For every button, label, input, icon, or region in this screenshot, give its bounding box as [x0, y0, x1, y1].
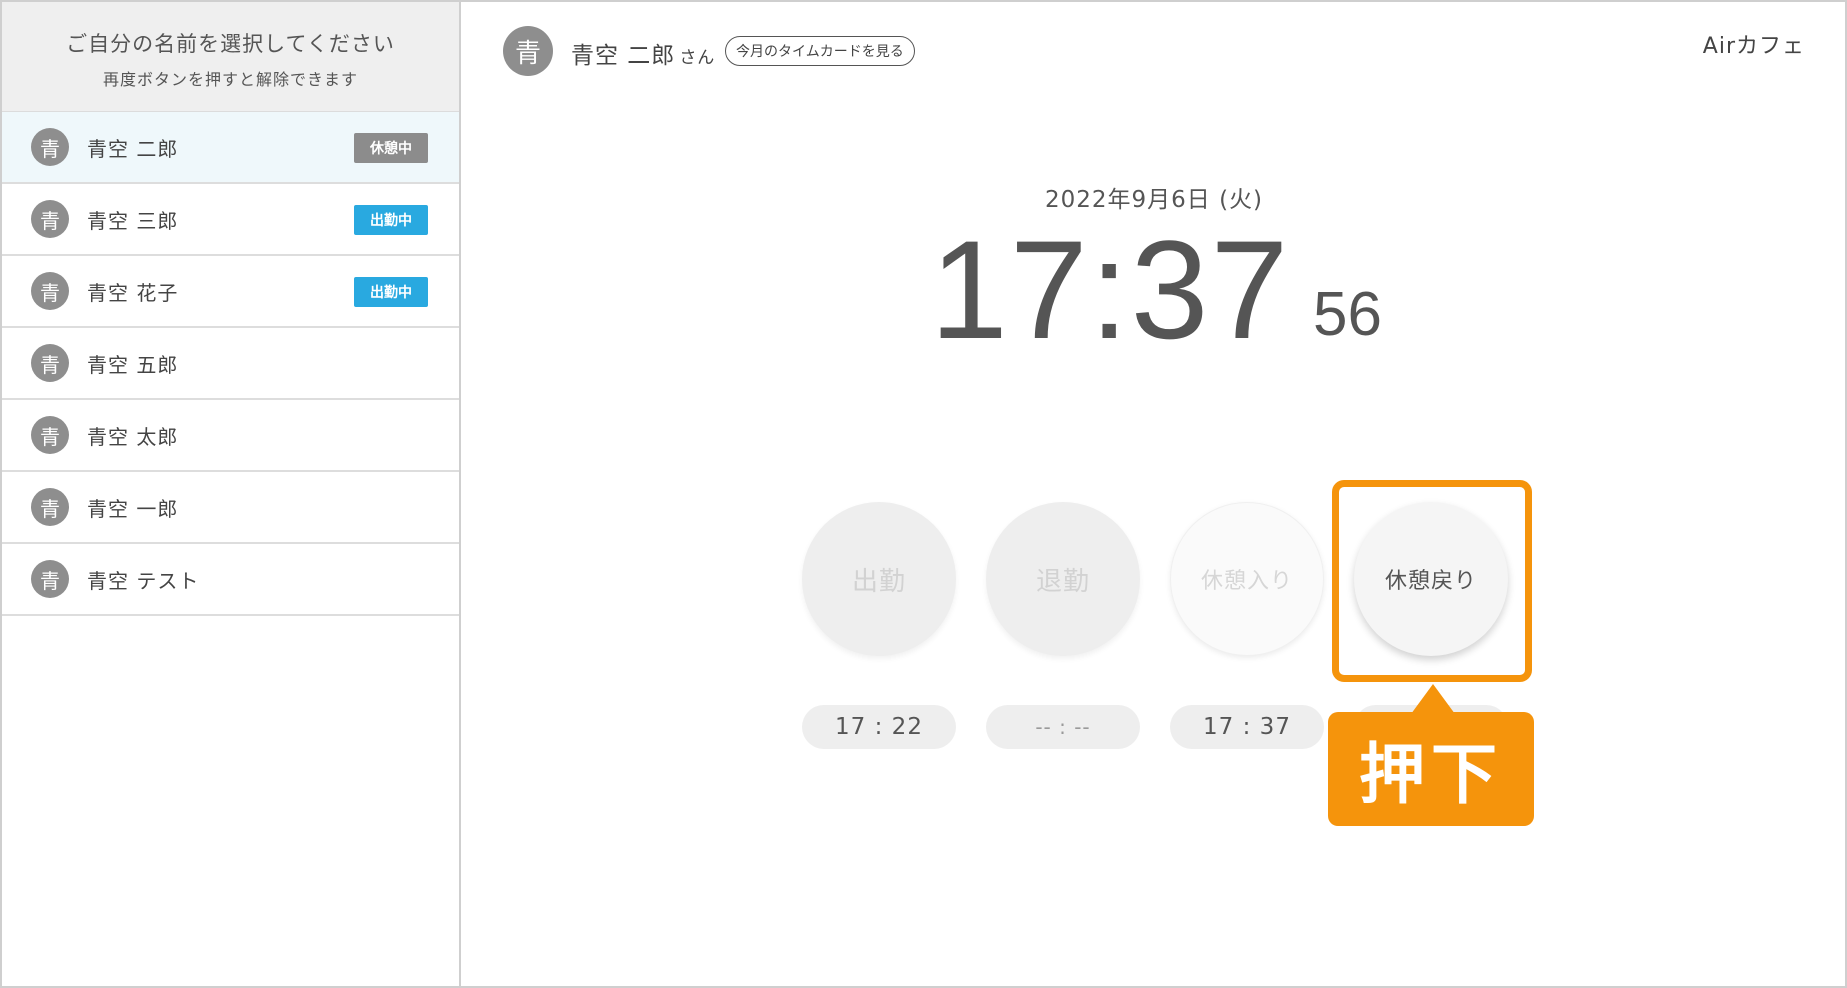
staff-name: 青空 太郎	[87, 424, 179, 449]
status-badge: 出勤中	[354, 205, 428, 235]
avatar: 青	[31, 200, 69, 238]
clock-out-time: -- : --	[986, 705, 1140, 749]
clock-in-button[interactable]: 出勤	[802, 502, 956, 656]
clock-out-button[interactable]: 退勤	[986, 502, 1140, 656]
break-start-time: 17 : 37	[1170, 705, 1324, 749]
staff-name: 青空 一郎	[87, 496, 179, 521]
staff-name: 青空 テスト	[87, 568, 200, 593]
staff-name: 青空 花子	[87, 280, 179, 305]
staff-name: 青空 三郎	[87, 208, 179, 233]
staff-list-item[interactable]: 青青空 二郎 休憩中	[2, 112, 459, 184]
staff-list-item[interactable]: 青青空 五郎	[2, 328, 459, 400]
staff-list-item[interactable]: 青青空 太郎	[2, 400, 459, 472]
staff-list: 青青空 二郎 休憩中青青空 三郎 出勤中青青空 花子 出勤中青青空 五郎青青空 太郎青…	[2, 112, 459, 616]
current-date: 2022年9月6日 (火)	[1044, 187, 1264, 213]
current-user-name: 青空 二郎 さん	[571, 36, 715, 70]
sidebar-subheading: 再度ボタンを押すと解除できます	[102, 70, 358, 89]
avatar: 青	[31, 344, 69, 382]
current-seconds: 56	[1313, 280, 1382, 349]
staff-sidebar: ご自分の名前を選択してください 再度ボタンを押すと解除できます 青青空 二郎 休憩…	[2, 2, 461, 986]
break-start-button[interactable]: 休憩入り	[1170, 502, 1324, 656]
honorific: さん	[679, 48, 716, 68]
callout-pointer	[1411, 684, 1455, 714]
status-badge: 出勤中	[354, 277, 428, 307]
user-name: 青空 二郎	[571, 43, 676, 69]
staff-list-item[interactable]: 青青空 三郎 出勤中	[2, 184, 459, 256]
avatar: 青	[31, 416, 69, 454]
staff-list-item[interactable]: 青青空 テスト	[2, 544, 459, 616]
avatar: 青	[31, 560, 69, 598]
avatar: 青	[503, 26, 553, 76]
tap-callout: 押下	[1328, 712, 1534, 826]
store-name: Airカフェ	[1702, 34, 1805, 59]
staff-name: 青空 五郎	[87, 352, 179, 377]
clock-in-time: 17 : 22	[802, 705, 956, 749]
staff-name: 青空 二郎	[87, 136, 179, 161]
avatar: 青	[31, 272, 69, 310]
avatar: 青	[31, 128, 69, 166]
tap-highlight-frame	[1332, 480, 1532, 682]
current-time: 17:37	[930, 211, 1291, 368]
staff-list-item[interactable]: 青青空 花子 出勤中	[2, 256, 459, 328]
sidebar-heading: ご自分の名前を選択してください	[66, 32, 395, 56]
staff-list-item[interactable]: 青青空 一郎	[2, 472, 459, 544]
view-timecard-button[interactable]: 今月のタイムカードを見る	[725, 36, 915, 66]
main-panel: 青 青空 二郎 さん 今月のタイムカードを見る Airカフェ 2022年9月6日 …	[463, 2, 1845, 986]
avatar: 青	[31, 488, 69, 526]
sidebar-header: ご自分の名前を選択してください 再度ボタンを押すと解除できます	[2, 2, 459, 112]
status-badge: 休憩中	[354, 133, 428, 163]
